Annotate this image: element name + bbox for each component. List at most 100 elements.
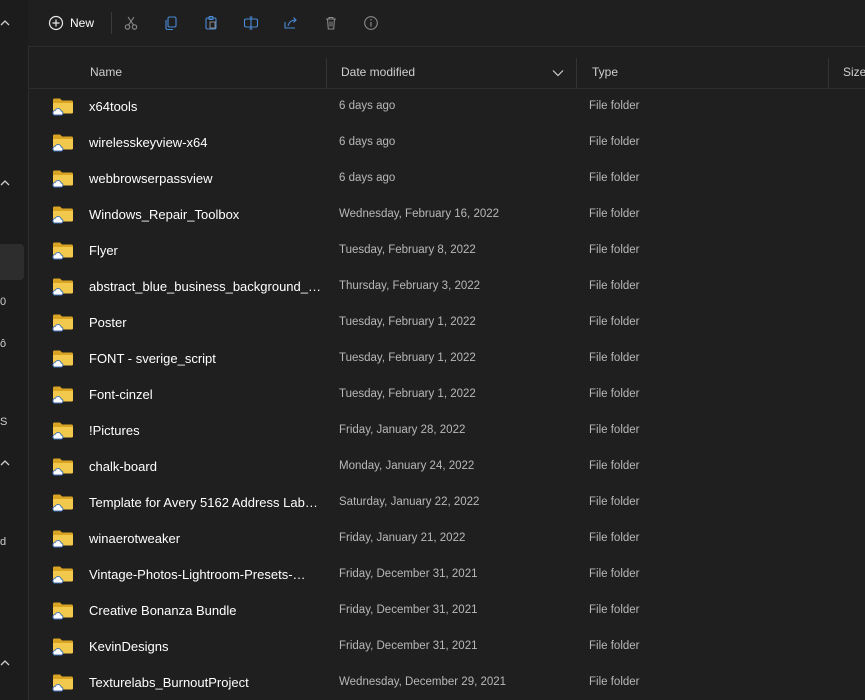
sort-chevron-down-icon[interactable] <box>552 69 564 77</box>
file-date-modified: Tuesday, February 1, 2022 <box>339 352 476 364</box>
file-name: !Pictures <box>89 423 140 438</box>
folder-cloud-icon <box>52 96 74 121</box>
folder-cloud-icon <box>52 312 74 337</box>
file-date-modified: 6 days ago <box>339 100 396 112</box>
column-header-date[interactable]: Date modified <box>341 65 415 79</box>
file-row[interactable]: webbrowserpassview 6 days ago File folder <box>28 160 865 196</box>
folder-cloud-icon <box>52 168 74 193</box>
chevron-up-icon[interactable] <box>0 656 10 670</box>
file-name: Windows_Repair_Toolbox <box>89 207 240 222</box>
chevron-up-icon[interactable] <box>0 16 10 30</box>
share-icon[interactable] <box>280 12 302 34</box>
new-button[interactable]: New <box>44 10 98 36</box>
file-type: File folder <box>589 568 640 580</box>
column-header-name[interactable]: Name <box>90 65 122 79</box>
file-row[interactable]: abstract_blue_business_background_… Thurs… <box>28 268 865 304</box>
properties-icon[interactable] <box>360 12 382 34</box>
delete-icon[interactable] <box>320 12 342 34</box>
toolbar-divider <box>111 12 112 34</box>
folder-cloud-icon <box>52 672 74 697</box>
folder-cloud-icon <box>52 276 74 301</box>
file-row[interactable]: Flyer Tuesday, February 8, 2022 File folde… <box>28 232 865 268</box>
file-date-modified: Thursday, February 3, 2022 <box>339 280 481 292</box>
command-bar: New <box>28 0 865 47</box>
nav-item-selected[interactable] <box>0 244 24 280</box>
file-row[interactable]: KevinDesigns Friday, December 31, 2021 Fil… <box>28 628 865 664</box>
file-date-modified: Friday, December 31, 2021 <box>339 640 478 652</box>
file-name: wirelesskeyview-x64 <box>89 135 208 150</box>
column-resize-handle[interactable] <box>576 58 577 88</box>
file-name: webbrowserpassview <box>89 171 213 186</box>
folder-cloud-icon <box>52 528 74 553</box>
plus-circle-icon <box>48 15 64 31</box>
file-row[interactable]: wirelesskeyview-x64 6 days ago File folder <box>28 124 865 160</box>
folder-cloud-icon <box>52 240 74 265</box>
folder-cloud-icon <box>52 420 74 445</box>
file-name: Template for Avery 5162 Address Lab… <box>89 495 318 510</box>
file-type: File folder <box>589 676 640 688</box>
file-row[interactable]: chalk-board Monday, January 24, 2022 File … <box>28 448 865 484</box>
file-row[interactable]: Creative Bonanza Bundle Friday, December … <box>28 592 865 628</box>
chevron-up-icon[interactable] <box>0 176 10 190</box>
file-row[interactable]: Poster Tuesday, February 1, 2022 File fold… <box>28 304 865 340</box>
folder-cloud-icon <box>52 204 74 229</box>
file-type: File folder <box>589 424 640 436</box>
file-date-modified: Tuesday, February 8, 2022 <box>339 244 476 256</box>
nav-item-fragment[interactable]: 0 <box>0 296 6 308</box>
column-header-type[interactable]: Type <box>592 65 618 79</box>
file-list: x64tools 6 days ago File folder wirelesskey… <box>28 88 865 700</box>
file-type: File folder <box>589 172 640 184</box>
paste-icon[interactable] <box>200 12 222 34</box>
file-row[interactable]: !Pictures Friday, January 28, 2022 File fo… <box>28 412 865 448</box>
file-name: winaerotweaker <box>89 531 181 546</box>
file-type: File folder <box>589 496 640 508</box>
folder-cloud-icon <box>52 564 74 589</box>
file-name: abstract_blue_business_background_… <box>89 279 321 294</box>
file-name: Flyer <box>89 243 118 258</box>
file-type: File folder <box>589 388 640 400</box>
column-header-row: Name Date modified Type Size <box>28 58 865 89</box>
file-date-modified: Tuesday, February 1, 2022 <box>339 388 476 400</box>
file-row[interactable]: winaerotweaker Friday, January 21, 2022 Fi… <box>28 520 865 556</box>
file-type: File folder <box>589 244 640 256</box>
file-type: File folder <box>589 604 640 616</box>
file-name: FONT - sverige_script <box>89 351 216 366</box>
column-resize-handle[interactable] <box>326 58 327 88</box>
nav-item-fragment[interactable]: S <box>0 416 7 428</box>
file-row[interactable]: FONT - sverige_script Tuesday, February 1… <box>28 340 865 376</box>
file-date-modified: 6 days ago <box>339 172 396 184</box>
column-header-size[interactable]: Size <box>843 65 865 79</box>
rename-icon[interactable] <box>240 12 262 34</box>
file-type: File folder <box>589 640 640 652</box>
chevron-up-icon[interactable] <box>0 456 10 470</box>
file-name: Texturelabs_BurnoutProject <box>89 675 249 690</box>
file-type: File folder <box>589 280 640 292</box>
file-date-modified: Friday, December 31, 2021 <box>339 568 478 580</box>
file-type: File folder <box>589 460 640 472</box>
file-type: File folder <box>589 136 640 148</box>
cut-icon[interactable] <box>120 12 142 34</box>
file-name: x64tools <box>89 99 138 114</box>
file-row[interactable]: Font-cinzel Tuesday, February 1, 2022 File… <box>28 376 865 412</box>
folder-cloud-icon <box>52 384 74 409</box>
file-row[interactable]: Vintage-Photos-Lightroom-Presets-… Friday… <box>28 556 865 592</box>
folder-cloud-icon <box>52 636 74 661</box>
file-row[interactable]: Template for Avery 5162 Address Lab… Satu… <box>28 484 865 520</box>
file-date-modified: Saturday, January 22, 2022 <box>339 496 480 508</box>
file-type: File folder <box>589 352 640 364</box>
file-name: Poster <box>89 315 127 330</box>
file-type: File folder <box>589 532 640 544</box>
file-row[interactable]: Windows_Repair_Toolbox Wednesday, Februar… <box>28 196 865 232</box>
nav-item-fragment[interactable]: d <box>0 536 6 548</box>
column-resize-handle[interactable] <box>828 58 829 88</box>
nav-item-fragment[interactable]: ô <box>0 338 6 350</box>
folder-cloud-icon <box>52 456 74 481</box>
copy-icon[interactable] <box>160 12 182 34</box>
file-date-modified: Friday, January 28, 2022 <box>339 424 466 436</box>
file-name: Font-cinzel <box>89 387 153 402</box>
folder-cloud-icon <box>52 348 74 373</box>
file-date-modified: Tuesday, February 1, 2022 <box>339 316 476 328</box>
file-row[interactable]: x64tools 6 days ago File folder <box>28 88 865 124</box>
file-row[interactable]: Texturelabs_BurnoutProject Wednesday, Dec… <box>28 664 865 700</box>
file-date-modified: Friday, December 31, 2021 <box>339 604 478 616</box>
